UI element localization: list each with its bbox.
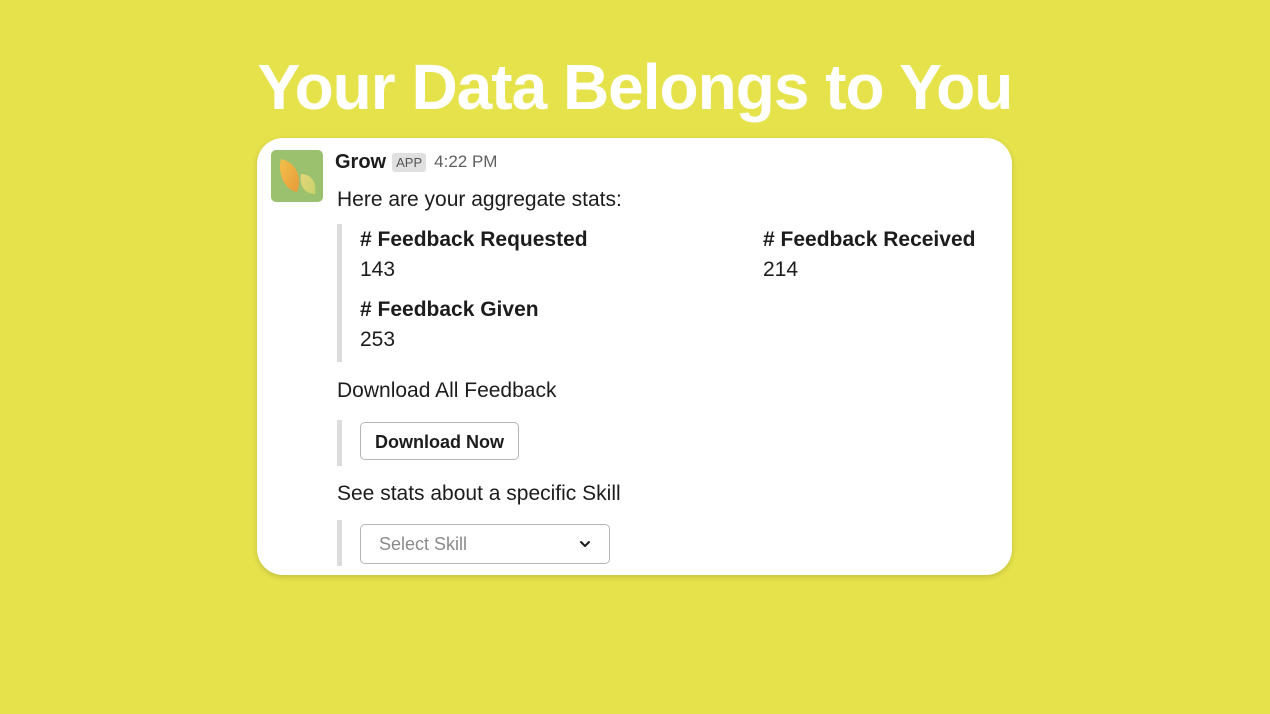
stat-value: 253 bbox=[360, 328, 396, 351]
message-timestamp[interactable]: 4:22 PM bbox=[434, 152, 497, 172]
message-header: Grow APP 4:22 PM bbox=[335, 148, 497, 176]
intro-text: Here are your aggregate stats: bbox=[337, 188, 622, 211]
select-skill-placeholder: Select Skill bbox=[379, 534, 468, 554]
stats-block: # Feedback Requested 143 # Feedback Rece… bbox=[337, 224, 1002, 362]
stat-value: 214 bbox=[763, 258, 799, 281]
download-action-block: Download Now bbox=[337, 420, 519, 466]
download-section-text: Download All Feedback bbox=[337, 379, 557, 402]
download-now-button[interactable]: Download Now bbox=[360, 422, 519, 460]
chevron-down-icon bbox=[580, 541, 590, 547]
grow-app-avatar[interactable] bbox=[271, 150, 323, 202]
stat-label: # Feedback Requested bbox=[360, 228, 588, 251]
stat-feedback-received: # Feedback Received 214 bbox=[763, 228, 975, 282]
select-skill-dropdown[interactable]: Select Skill bbox=[360, 524, 610, 564]
stat-value: 143 bbox=[360, 258, 396, 281]
page: Your Data Belongs to You Grow APP 4:22 P… bbox=[0, 0, 1270, 714]
headline: Your Data Belongs to You bbox=[257, 51, 1014, 123]
message-card: Grow APP 4:22 PM Here are your aggregate… bbox=[257, 138, 1012, 575]
skill-section-text: See stats about a specific Skill bbox=[337, 482, 621, 505]
app-name[interactable]: Grow bbox=[335, 151, 386, 174]
app-badge: APP bbox=[392, 152, 427, 172]
stat-label: # Feedback Given bbox=[360, 298, 539, 321]
skill-action-block: Select Skill bbox=[337, 520, 610, 566]
stat-feedback-requested: # Feedback Requested 143 bbox=[360, 228, 588, 282]
stat-label: # Feedback Received bbox=[763, 228, 976, 251]
stat-feedback-given: # Feedback Given 253 bbox=[360, 298, 539, 352]
leaf-logo-icon bbox=[279, 159, 316, 194]
